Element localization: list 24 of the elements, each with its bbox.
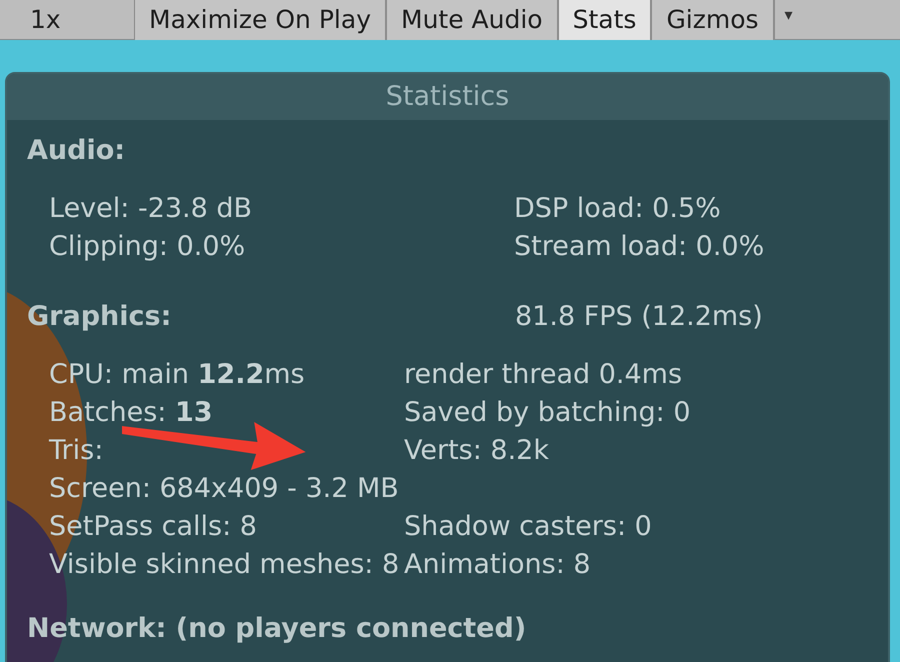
stat-text: Level: -23.8 dB [49,192,252,226]
toggle-button[interactable]: Stats [558,0,652,40]
stat-text: Saved by batching: 0 [404,396,691,430]
toggle-button[interactable]: Maximize On Play [135,0,387,40]
stat-text: render thread 0.4ms [404,358,682,392]
panel-title: Statistics [7,74,888,120]
stat-text: Stream load: 0.0% [514,230,764,264]
caret-icon[interactable]: ▾ [774,0,803,30]
stat-text: Clipping: 0.0% [49,230,246,264]
stat-text: SetPass calls: 8 [49,510,257,544]
stat-text: Screen: 684x409 - 3.2 MB [49,472,399,506]
fps-reading: 81.8 FPS (12.2ms) [515,300,763,334]
section-heading: Audio: [27,134,126,168]
stat-text: Tris: [49,434,104,468]
stat-text: Visible skinned meshes: 8 [49,548,400,582]
stat-text: DSP load: 0.5% [514,192,721,226]
stat-text: Verts: 8.2k [404,434,549,468]
stat-text: CPU: main 12.2ms [49,358,305,392]
stat-text: Batches: 13 [49,396,213,430]
toggle-button[interactable]: Gizmos [652,0,775,40]
toggle-button[interactable]: Mute Audio [387,0,559,40]
stat-text: Animations: 8 [404,548,591,582]
stat-text: Shadow casters: 0 [404,510,652,544]
section-heading: Network: (no players connected) [27,612,526,646]
